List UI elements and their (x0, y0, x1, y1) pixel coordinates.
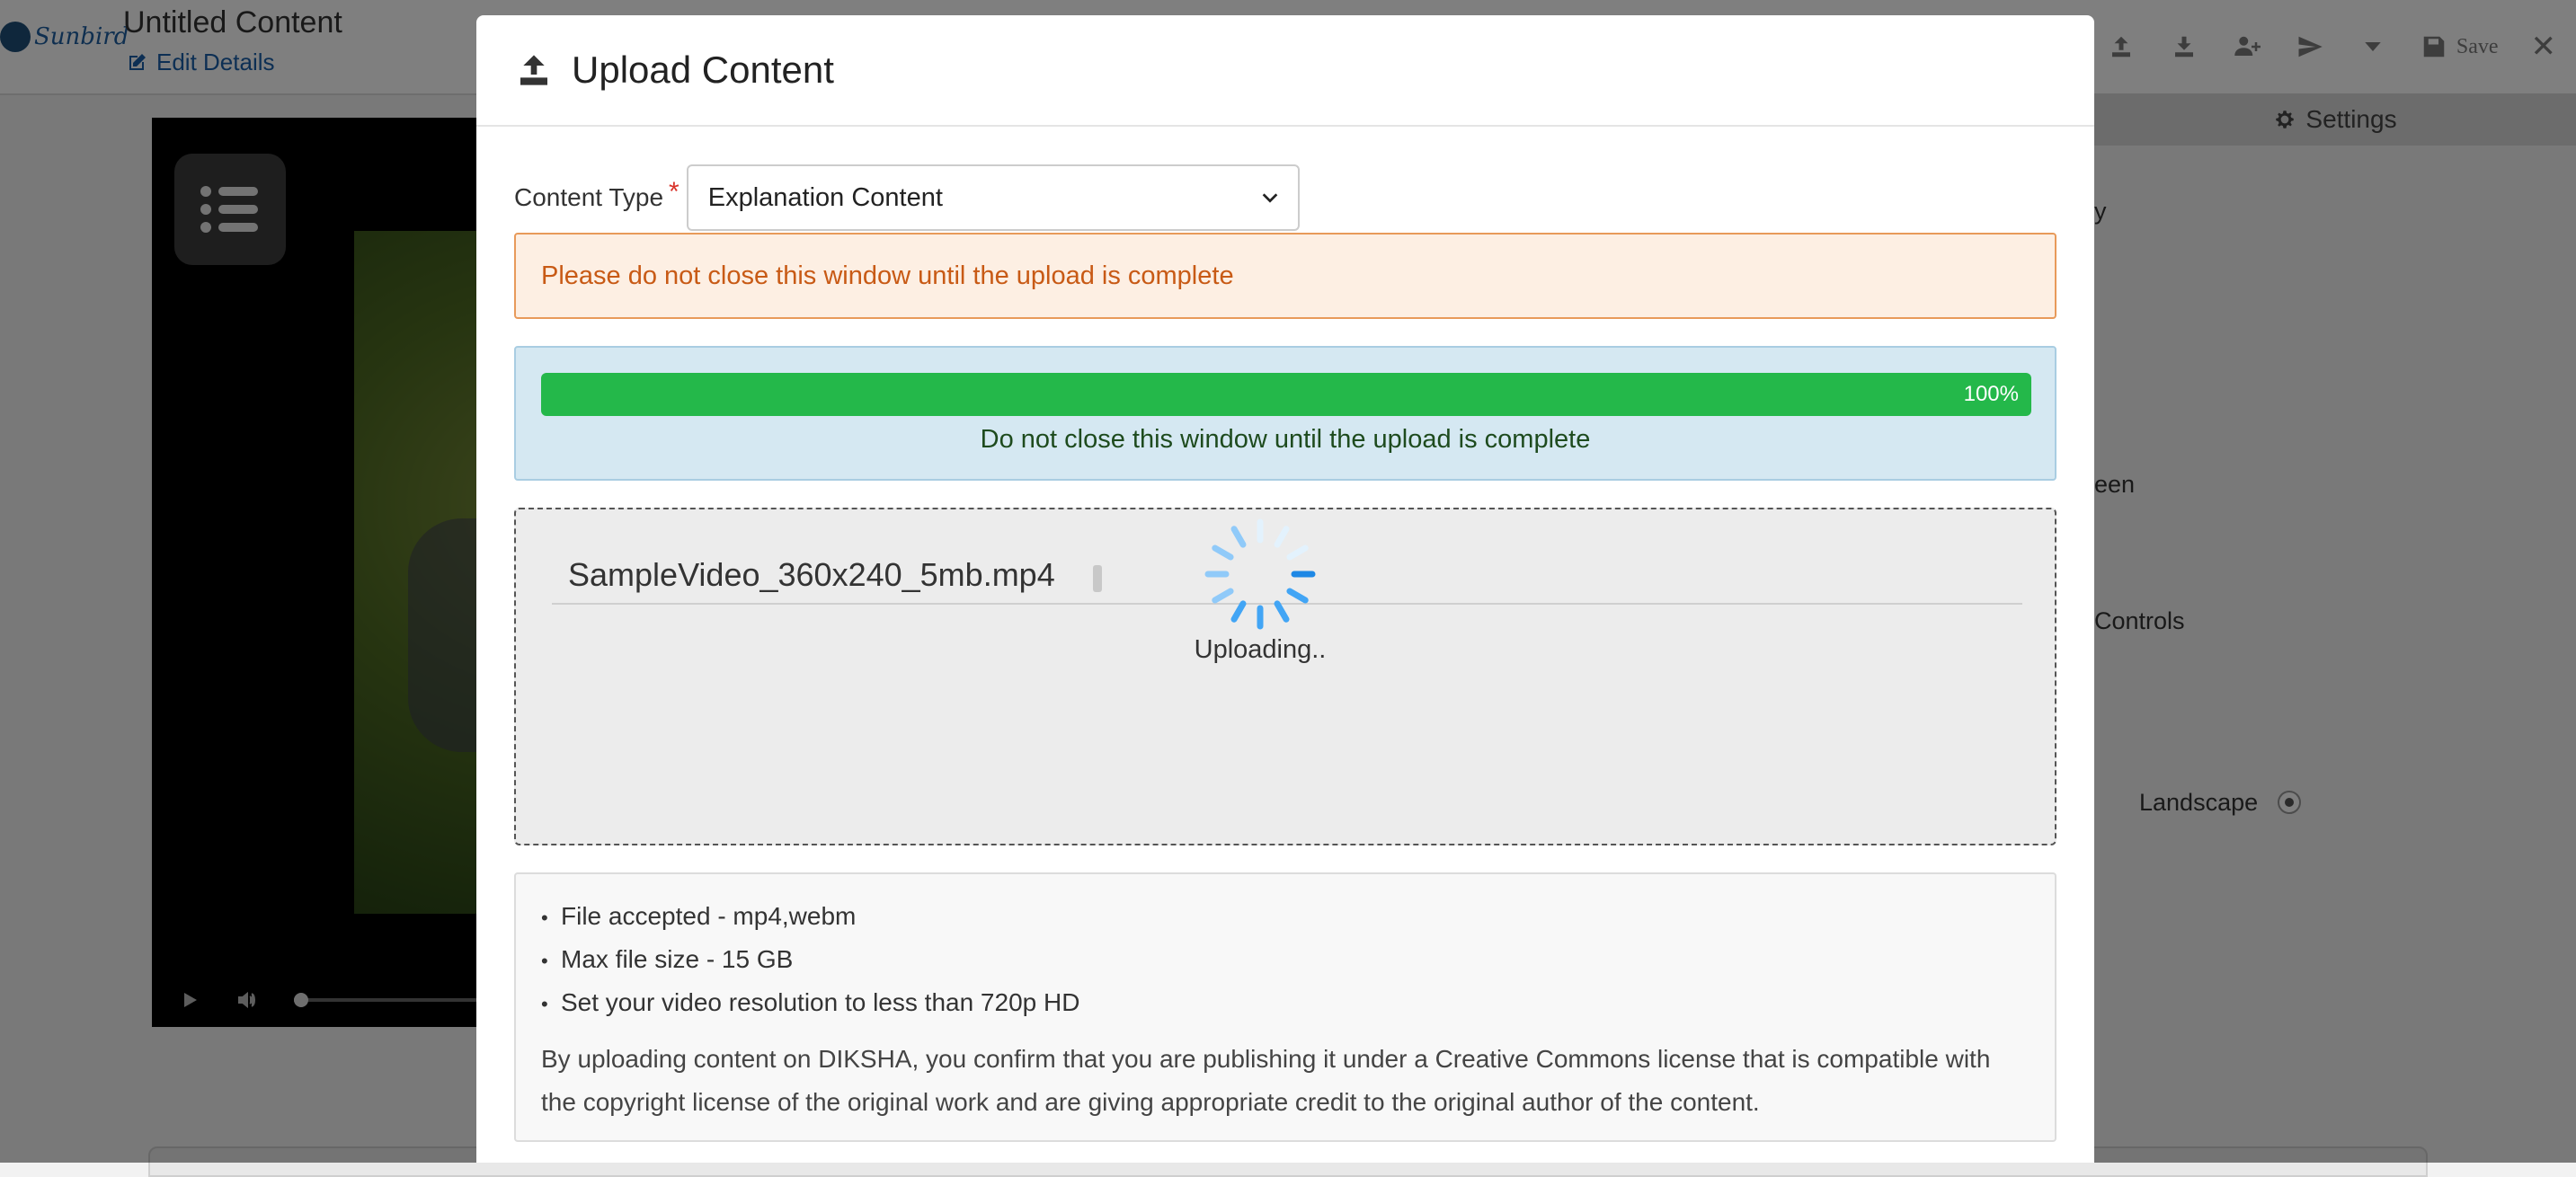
progress-message: Do not close this window until the uploa… (980, 425, 1591, 454)
uploading-status: Uploading.. (1194, 635, 1327, 664)
content-type-value: Explanation Content (707, 182, 943, 212)
modal-header: Upload Content (476, 15, 2094, 127)
warning-alert: Please do not close this window until th… (514, 233, 2056, 319)
file-dropzone[interactable]: SampleVideo_360x240_5mb.mp4 Uploading.. (514, 508, 2056, 845)
spinner-tick (1230, 600, 1247, 623)
modal-title: Upload Content (572, 49, 834, 91)
guideline-item: • Max file size - 15 GB (541, 945, 794, 973)
content-type-select[interactable]: Explanation Content (686, 164, 1300, 231)
spinner-tick (1274, 526, 1290, 548)
guideline-list: • File accepted - mp4,webm • Max file size… (541, 896, 2030, 1025)
file-name: SampleVideo_360x240_5mb.mp4 (568, 556, 1055, 593)
content-type-row: Content Type * Explanation Content (514, 164, 1300, 231)
file-progress-indicator (1093, 565, 1102, 592)
guideline-item: • File accepted - mp4,webm (541, 902, 857, 930)
spinner-tick (1212, 588, 1234, 604)
progress-bar: 100% (541, 373, 2031, 416)
content-type-label: Content Type (514, 183, 664, 211)
spinner-tick (1212, 544, 1234, 561)
upload-progress-panel: 100% Do not close this window until the … (514, 346, 2056, 481)
license-notice: By uploading content on DIKSHA, you conf… (541, 1045, 1991, 1116)
upload-content-modal: Upload Content Content Type * Explanatio… (476, 15, 2094, 1163)
progress-percent: 100% (1963, 382, 2019, 406)
progress-bar-fill (541, 373, 2031, 416)
upload-guidelines: • File accepted - mp4,webm • Max file size… (514, 872, 2056, 1142)
spinner-tick (1286, 588, 1309, 604)
spinner-tick (1230, 526, 1247, 548)
spinner-tick (1286, 544, 1309, 561)
chevron-down-icon (1262, 193, 1278, 203)
loading-spinner-icon (1204, 518, 1316, 630)
required-marker: * (669, 177, 680, 207)
guideline-item: • Set your video resolution to less than … (541, 988, 1080, 1016)
upload-icon (520, 55, 547, 85)
spinner-tick (1274, 600, 1290, 623)
